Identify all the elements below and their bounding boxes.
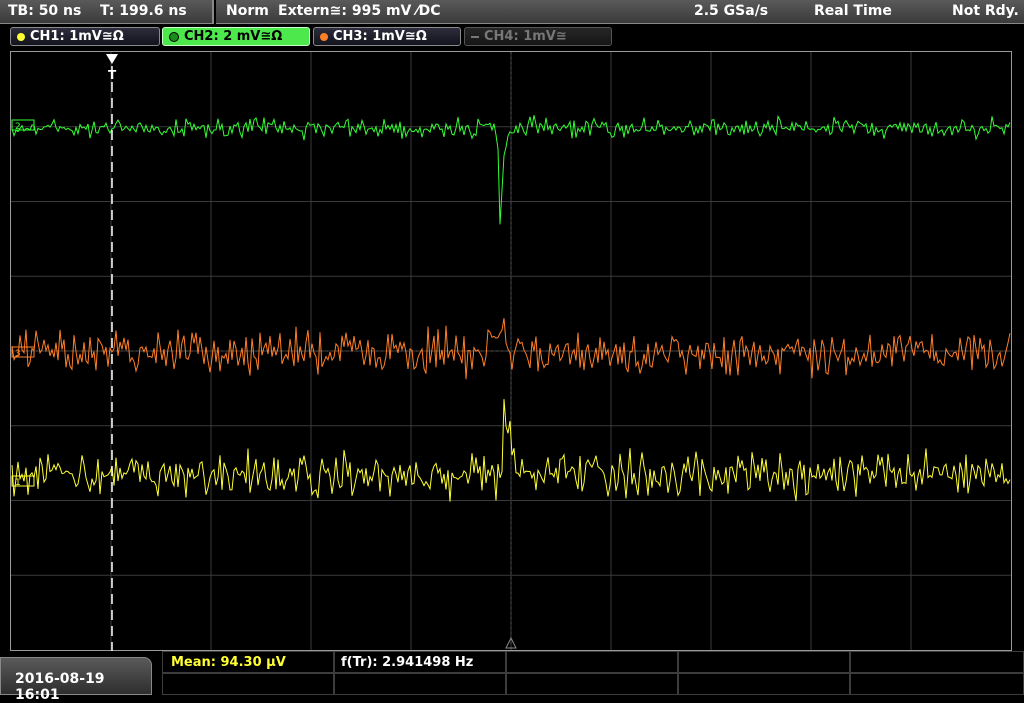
measurement-cell-10[interactable]	[850, 673, 1024, 695]
measurement-cell-4[interactable]	[678, 651, 850, 673]
trigger-marker-label: T	[108, 68, 117, 82]
measurement-cell-6[interactable]	[162, 673, 334, 695]
bottom-bar: 2016-08-19 16:01 Mean: 94.30 µV f(Tr): 2…	[0, 651, 1024, 703]
measurement-cell-5[interactable]	[850, 651, 1024, 673]
measurement-cell-8[interactable]	[506, 673, 678, 695]
datetime-readout: 2016-08-19 16:01	[15, 671, 105, 703]
ch3-ground-label: 3	[15, 349, 21, 359]
measurement-cell-9[interactable]	[678, 673, 850, 695]
ch1-ground-label: 1	[15, 478, 21, 488]
datetime-panel[interactable]: 2016-08-19 16:01	[0, 657, 152, 703]
measurement-cell-7[interactable]	[334, 673, 506, 695]
measurement-panel[interactable]: Mean: 94.30 µV f(Tr): 2.941498 Hz	[162, 651, 1024, 695]
ch2-ground-label: 2	[15, 122, 21, 132]
waveform-plot: T 2 3 1	[11, 52, 1011, 651]
measurement-trigger-frequency: f(Tr): 2.941498 Hz	[341, 655, 474, 670]
measurement-cell-3[interactable]	[506, 651, 678, 673]
waveform-markers: T 2 3 1	[11, 54, 517, 651]
measurement-mean: Mean: 94.30 µV	[171, 655, 286, 670]
measurement-cell-2[interactable]: f(Tr): 2.941498 Hz	[334, 651, 506, 673]
measurement-cell-1[interactable]: Mean: 94.30 µV	[162, 651, 334, 673]
trigger-position-arrow-icon[interactable]	[106, 54, 118, 64]
